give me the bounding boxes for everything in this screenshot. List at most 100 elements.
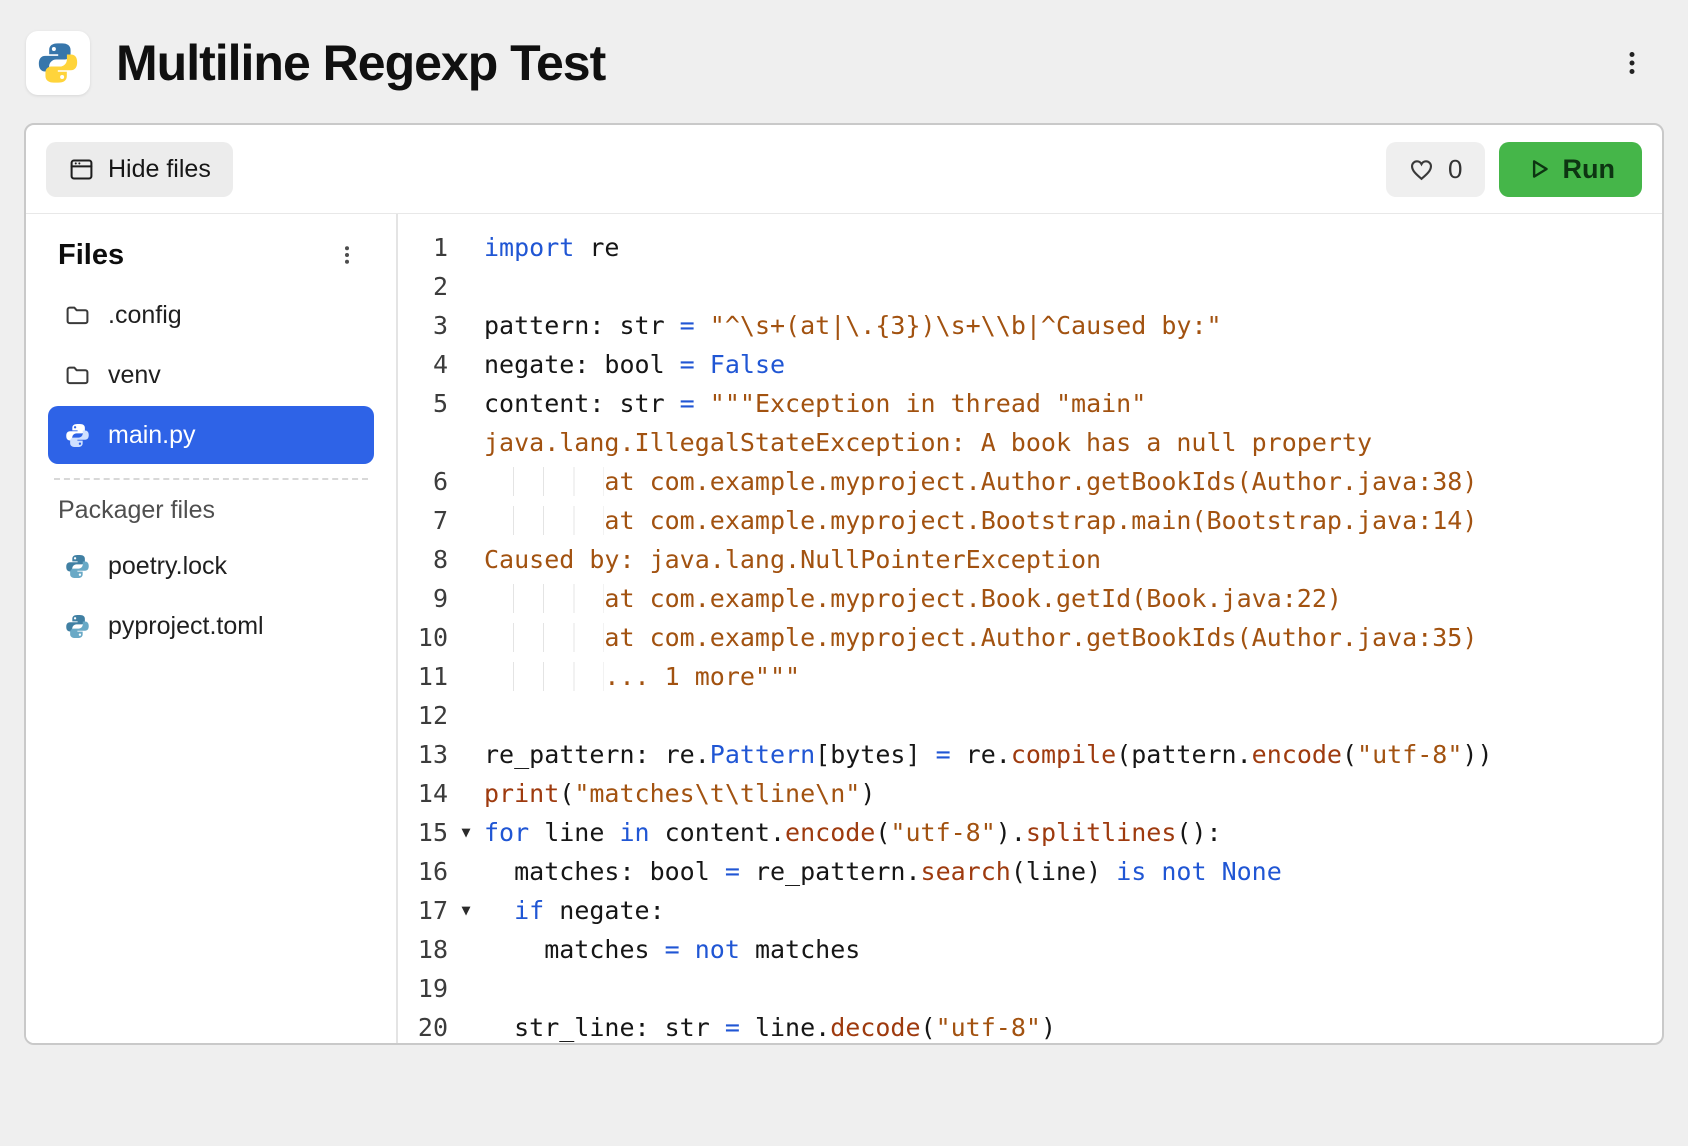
code-text: import re (484, 228, 619, 267)
code-row: 20 str_line: str = line.decode("utf-8") (398, 1008, 1662, 1043)
page: Multiline Regexp Test Hide files 0 Run F… (0, 0, 1688, 1146)
file-list: .config venv main.py (48, 286, 374, 464)
fold-spacer (448, 618, 484, 657)
code-row: java.lang.IllegalStateException: A book … (398, 423, 1662, 462)
line-number: 6 (398, 462, 448, 501)
python-icon (64, 613, 91, 640)
header-menu-button[interactable] (1612, 43, 1652, 83)
fold-spacer (448, 1008, 484, 1043)
panel-body: Files .configvenvmain.py Packager files … (26, 214, 1662, 1043)
line-number: 14 (398, 774, 448, 813)
code-text: ... 1 more""" (484, 657, 800, 696)
line-number: 3 (398, 306, 448, 345)
code-row: 3 pattern: str = "^\s+(at|\.{3})\s+\\b|^C… (398, 306, 1662, 345)
fold-spacer (448, 774, 484, 813)
code-text: matches: bool = re_pattern.search(line) … (484, 852, 1282, 891)
code-text: matches = not matches (484, 930, 860, 969)
fold-spacer (448, 384, 484, 423)
code-row: 16 matches: bool = re_pattern.search(lin… (398, 852, 1662, 891)
code-editor[interactable]: 1 import re 23 pattern: str = "^\s+(at|\.{3… (398, 214, 1662, 1043)
code-row: 14 print("matches\t\tline\n") (398, 774, 1662, 813)
code-row: 10 at com.example.myproject.Author.getBo… (398, 618, 1662, 657)
likes-button[interactable]: 0 (1386, 142, 1484, 197)
code-text: str_line: str = line.decode("utf-8") (484, 1008, 1056, 1043)
file-label: main.py (108, 421, 196, 450)
folder-icon (64, 302, 91, 329)
line-number: 12 (398, 696, 448, 735)
code-text: at com.example.myproject.Book.getId(Book… (484, 579, 1342, 618)
code-text: pattern: str = "^\s+(at|\.{3})\s+\\b|^Ca… (484, 306, 1222, 345)
line-number: 13 (398, 735, 448, 774)
fold-spacer (448, 345, 484, 384)
likes-count: 0 (1448, 154, 1462, 185)
line-number: 2 (398, 267, 448, 306)
sidebar-item-main-py[interactable]: main.py (48, 406, 374, 464)
code-row: 15▼for line in content.encode("utf-8").s… (398, 813, 1662, 852)
file-label: .config (108, 301, 182, 330)
code-row: 8Caused by: java.lang.NullPointerExcepti… (398, 540, 1662, 579)
code-row: 6 at com.example.myproject.Author.getBoo… (398, 462, 1662, 501)
fold-spacer (448, 969, 484, 1008)
fold-spacer (448, 852, 484, 891)
sidebar-item-config[interactable]: .config (48, 286, 374, 344)
fold-arrow-icon[interactable]: ▼ (448, 891, 484, 930)
fold-spacer (448, 735, 484, 774)
line-number: 5 (398, 384, 448, 423)
line-number: 20 (398, 1008, 448, 1043)
code-row: 7 at com.example.myproject.Bootstrap.mai… (398, 501, 1662, 540)
code-text: negate: bool = False (484, 345, 785, 384)
code-text: print("matches\t\tline\n") (484, 774, 875, 813)
file-label: poetry.lock (108, 552, 227, 581)
run-label: Run (1563, 154, 1615, 185)
toolbar: Hide files 0 Run (26, 125, 1662, 214)
divider (54, 478, 368, 480)
heart-icon (1408, 156, 1435, 183)
fold-spacer (448, 657, 484, 696)
code-text: at com.example.myproject.Bootstrap.main(… (484, 501, 1477, 540)
line-number: 9 (398, 579, 448, 618)
code-text: at com.example.myproject.Author.getBookI… (484, 462, 1477, 501)
fold-spacer (448, 267, 484, 306)
code-row: 2 (398, 267, 1662, 306)
code-text: content: str = """Exception in thread "m… (484, 384, 1146, 423)
line-number: 18 (398, 930, 448, 969)
python-icon (64, 422, 91, 449)
code-row: 11 ... 1 more""" (398, 657, 1662, 696)
file-sidebar: Files .configvenvmain.py Packager files … (26, 214, 398, 1043)
fold-arrow-icon[interactable]: ▼ (448, 813, 484, 852)
files-icon (68, 156, 95, 183)
fold-spacer (448, 423, 484, 462)
hide-files-button[interactable]: Hide files (46, 142, 233, 197)
code-text: for line in content.encode("utf-8").spli… (484, 813, 1222, 852)
line-number: 7 (398, 501, 448, 540)
line-number: 1 (398, 228, 448, 267)
code-text: if negate: (484, 891, 665, 930)
page-title: Multiline Regexp Test (116, 34, 605, 92)
line-number: 19 (398, 969, 448, 1008)
sidebar-item-poetry-lock[interactable]: poetry.lock (48, 537, 374, 595)
fold-spacer (448, 696, 484, 735)
repl-panel: Hide files 0 Run Files .config venv main.p… (24, 123, 1664, 1045)
files-menu-button[interactable] (330, 238, 364, 272)
sidebar-item-pyproject-toml[interactable]: pyproject.toml (48, 597, 374, 655)
line-number: 15 (398, 813, 448, 852)
run-button[interactable]: Run (1499, 142, 1642, 197)
code-row: 13 re_pattern: re.Pattern[bytes] = re.com… (398, 735, 1662, 774)
code-text: java.lang.IllegalStateException: A book … (484, 423, 1372, 462)
line-number: 10 (398, 618, 448, 657)
line-number: 17 (398, 891, 448, 930)
code-row: 4negate: bool = False (398, 345, 1662, 384)
sidebar-item-venv[interactable]: venv (48, 346, 374, 404)
file-label: venv (108, 361, 161, 390)
packager-files-header: Packager files (48, 490, 374, 537)
code-text: at com.example.myproject.Author.getBookI… (484, 618, 1477, 657)
code-row: 5 content: str = """Exception in thread "… (398, 384, 1662, 423)
python-logo-icon (26, 31, 90, 95)
fold-spacer (448, 579, 484, 618)
code-text: re_pattern: re.Pattern[bytes] = re.compi… (484, 735, 1493, 774)
files-header-row: Files (48, 238, 374, 286)
fold-spacer (448, 930, 484, 969)
file-label: pyproject.toml (108, 612, 264, 641)
files-header: Files (58, 239, 124, 272)
line-number: 8 (398, 540, 448, 579)
